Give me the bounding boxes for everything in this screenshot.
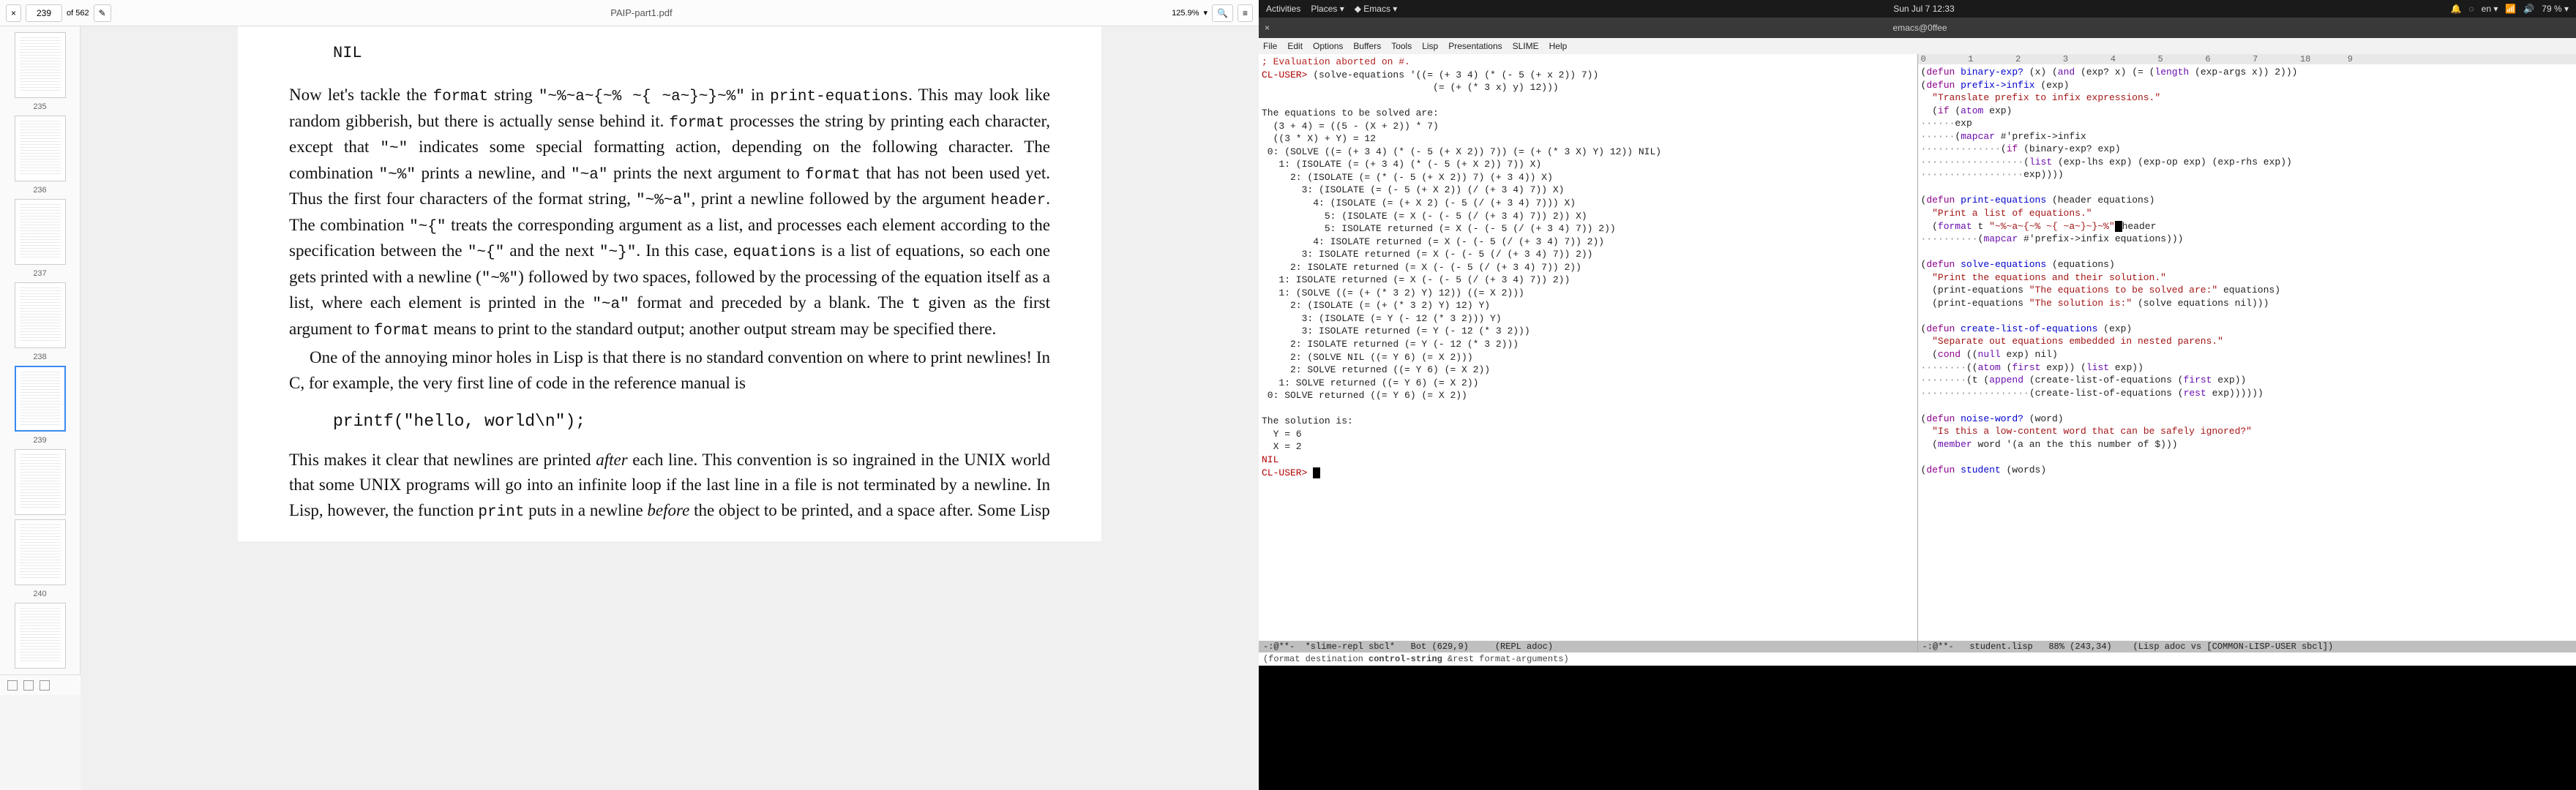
menu-item-lisp[interactable]: Lisp [1422,41,1438,51]
gnome-topbar: Activities Places ▾ ◆ Emacs ▾ Sun Jul 7 … [1259,0,2576,18]
volume-icon[interactable]: 🔊 [2523,4,2534,14]
thumb-page-number: 239 [33,436,46,445]
nil-output: NIL [333,41,1050,65]
repl-buffer[interactable]: ; Evaluation aborted on #. CL-USER> (sol… [1259,54,1917,641]
emacs-body: ; Evaluation aborted on #. CL-USER> (sol… [1259,54,2576,652]
thumbs-footer [0,674,80,695]
window-close-button[interactable]: × [1265,23,1270,33]
pdf-thumbnail-panel[interactable]: 235 236 237 238 239 240 [0,26,80,674]
menu-item-options[interactable]: Options [1313,41,1343,51]
menu-item-slime[interactable]: SLIME [1513,41,1539,51]
pdf-page: NIL Now let's tackle the format string "… [238,26,1101,541]
code-block: printf("hello, world\n"); [333,409,1050,434]
clock[interactable]: Sun Jul 7 12:33 [1407,4,2440,14]
battery-indicator[interactable]: 79 % ▾ [2542,4,2569,14]
window-title: emacs@0ffee [1270,23,2570,33]
code-buffer[interactable]: (defun binary-exp? (x) (and (exp? x) (= … [1918,64,2576,641]
emacs-window-titlebar: × emacs@0ffee [1259,18,2576,38]
code-pane[interactable]: 0 1 2 3 4 5 6 7 18 9 (defun binary-exp? … [1918,54,2576,652]
code-modeline: -:@**- student.lisp 88% (243,34) (Lisp a… [1918,641,2576,652]
column-ruler: 0 1 2 3 4 5 6 7 18 9 [1918,54,2576,64]
menu-item-edit[interactable]: Edit [1287,41,1303,51]
pdf-thumbnail[interactable] [15,282,66,348]
menu-item-file[interactable]: File [1263,41,1277,51]
pdf-page-area[interactable]: NIL Now let's tackle the format string "… [80,26,1259,790]
menu-item-buffers[interactable]: Buffers [1353,41,1381,51]
pdf-thumbnail[interactable] [15,116,66,181]
emacs-appmenu[interactable]: ◆ Emacs ▾ [1355,4,1398,14]
page-total-label: of 562 [67,9,89,18]
emacs-minibuffer[interactable]: (format destination control-string &rest… [1259,652,2576,666]
lang-indicator[interactable]: en ▾ [2482,4,2498,14]
activities-button[interactable]: Activities [1266,4,1300,14]
network-icon[interactable]: 📶 [2505,4,2516,14]
pdf-thumbnail[interactable] [15,519,66,585]
notification-icon[interactable]: 🔔 [2451,4,2462,14]
desktop: Activities Places ▾ ◆ Emacs ▾ Sun Jul 7 … [1259,0,2576,790]
page-number-field[interactable] [31,8,57,18]
bookmarks-icon[interactable] [40,680,50,691]
outline-icon[interactable] [23,680,34,691]
pdf-thumbnail[interactable] [15,32,66,98]
pdf-title: PAIP-part1.pdf [116,7,1168,18]
pdf-thumbnail[interactable] [15,199,66,265]
thumb-page-number: 238 [33,353,46,361]
repl-modeline: -:@**- *slime-repl sbcl* Bot (629,9) (RE… [1259,641,1917,652]
thumb-page-number: 235 [33,102,46,111]
thumb-page-number: 240 [33,590,46,598]
pdf-thumbnail[interactable] [15,366,66,432]
thumb-page-number: 237 [33,269,46,278]
emacs-menu-bar: File Edit Options Buffers Tools Lisp Presentat… [1259,38,2576,54]
desktop-background [1259,666,2576,790]
pdf-toolbar: × of 562 ✎ PAIP-part1.pdf 125.9% ▾ 🔍 ≡ [0,0,1259,26]
edit-button[interactable]: ✎ [94,4,111,22]
pdf-body: 235 236 237 238 239 240 NIL Now let's tackle … [0,26,1259,790]
zoom-dropdown-icon[interactable]: ▾ [1204,8,1208,18]
page-number-input[interactable] [26,4,62,22]
body-paragraph-1: Now let's tackle the format string "~%~a… [289,83,1050,342]
menu-button[interactable]: ≡ [1238,4,1253,22]
menu-item-help[interactable]: Help [1549,41,1568,51]
view-mode-icon[interactable] [7,680,18,691]
a11y-icon[interactable]: ◌ [2469,4,2474,14]
zoom-label[interactable]: 125.9% [1172,9,1199,18]
menu-item-tools[interactable]: Tools [1391,41,1412,51]
thumb-page-number: 236 [33,186,46,195]
pdf-viewer-window: × of 562 ✎ PAIP-part1.pdf 125.9% ▾ 🔍 ≡ 2… [0,0,1259,790]
body-paragraph-2: One of the annoying minor holes in Lisp … [289,345,1050,396]
menu-item-presentations[interactable]: Presentations [1448,41,1502,51]
repl-pane[interactable]: ; Evaluation aborted on #. CL-USER> (sol… [1259,54,1918,652]
close-button[interactable]: × [6,4,21,22]
pdf-thumbnail[interactable] [15,449,66,515]
search-button[interactable]: 🔍 [1212,4,1233,22]
pdf-thumbnail[interactable] [15,603,66,669]
places-menu[interactable]: Places ▾ [1311,4,1344,14]
body-paragraph-3: This makes it clear that newlines are pr… [289,448,1050,524]
